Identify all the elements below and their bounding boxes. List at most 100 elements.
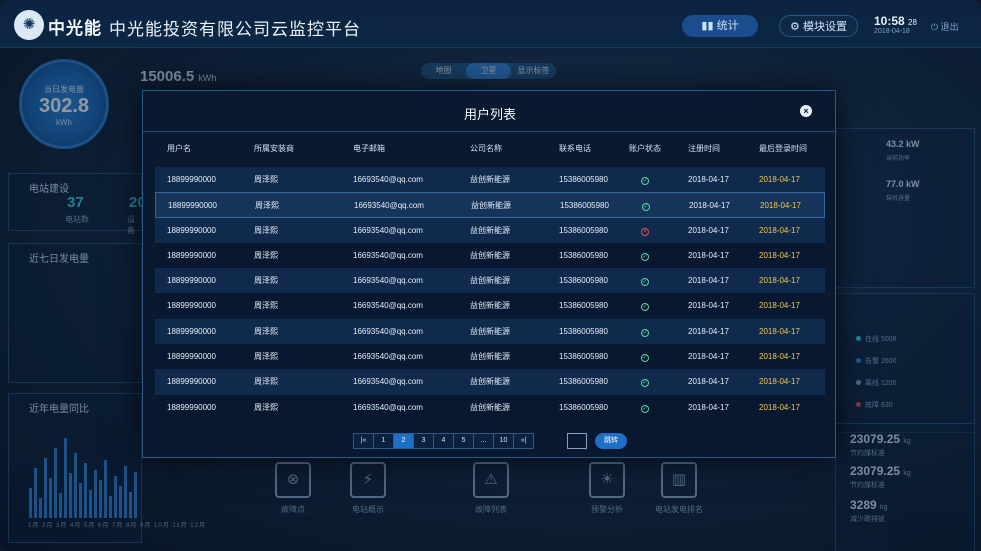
table-row[interactable]: 18899990000 周泽熙 16693540@qq.com 益创新能源 153860… [155,318,825,345]
page-button[interactable]: 2 [393,433,414,449]
table-row[interactable]: 18899990000 周泽熙 16693540@qq.com 益创新能源 153860… [155,192,825,218]
year-panel-title: 近年电量同比 [29,404,89,415]
page-number-input[interactable] [567,433,587,449]
tile-station-overview[interactable]: ⚡ 电站概示 [335,462,401,515]
table-row[interactable]: 18899990000 周泽熙 16693540@qq.com 益创新能源 153860… [155,369,825,395]
module-settings-button[interactable]: ⚙ 模块设置 [779,15,858,37]
legend-value: 630 [880,402,893,409]
col-phone: 联系电话 [559,144,591,153]
page-button[interactable]: 10 [493,433,514,449]
table-row[interactable]: 18899990000 周泽熙 16693540@qq.com 益创新能源 153860… [155,344,825,370]
cell-username: 18899990000 [167,301,216,311]
table-row[interactable]: 18899990000 周泽熙 16693540@qq.com 益创新能源 153860… [155,217,825,243]
tab-map[interactable]: 地图 [421,63,466,79]
cell-company: 益创新能源 [470,352,510,362]
cell-installer: 周泽熙 [254,352,278,362]
cell-username: 18899990000 [167,352,216,362]
cell-installer: 周泽熙 [254,250,278,260]
page-ellipsis[interactable]: ... [473,433,494,449]
current-power-unit: kW [906,139,920,149]
cell-email: 16693540@qq.com [353,301,423,311]
cell-username: 18899990000 [167,276,216,286]
cell-installer: 周泽熙 [254,175,278,184]
cell-last-login: 2018-04-17 [759,352,800,362]
device-status-panel: 在线 5008 告警 2600 离线 1205 故障 630 [835,293,975,433]
cell-installer: 周泽熙 [254,225,278,235]
cell-status: ✓ [641,268,649,293]
legend-label: 告警 [865,358,879,365]
cell-status: ✓ [641,395,649,420]
background-bar [44,458,47,518]
tile-generation-ranking[interactable]: ▥ 电站发电排名 [646,462,712,515]
cell-email: 16693540@qq.com [353,250,423,260]
cell-last-login: 2018-04-17 [759,402,800,412]
background-bar [69,473,72,518]
cell-registered: 2018-04-17 [688,276,729,286]
table-row[interactable]: 18899990000 周泽熙 16693540@qq.com 益创新能源 153860… [155,293,825,319]
saving-2-value: 23079.25 [850,464,901,478]
cell-email: 16693540@qq.com [353,276,423,286]
tab-satellite[interactable]: 卫星 [466,63,511,79]
page-button[interactable]: 4 [433,433,454,449]
week-panel-title: 近七日发电量 [29,254,89,265]
cell-email: 16693540@qq.com [353,402,423,412]
cell-phone: 15386005980 [559,326,608,336]
table-row[interactable]: 18899990000 周泽熙 16693540@qq.com 益创新能源 153860… [155,394,825,420]
col-company: 公司名称 [470,144,502,153]
logo-icon: ✺ [14,10,44,40]
module-settings-label: 模块设置 [802,21,847,33]
cell-registered: 2018-04-17 [688,377,729,387]
cell-registered: 2018-04-17 [688,250,729,260]
table-row[interactable]: 18899990000 周泽熙 16693540@qq.com 益创新能源 153860… [155,167,825,193]
cell-phone: 15386005980 [560,201,609,211]
cell-status: ✓ [641,344,649,369]
cell-registered: 2018-04-17 [688,326,729,336]
page-button[interactable]: 5 [453,433,474,449]
tile-alarm-analysis[interactable]: ☀ 预警分析 [574,462,640,515]
table-row[interactable]: 18899990000 周泽熙 16693540@qq.com 益创新能源 153860… [155,268,825,294]
background-bar [59,493,62,518]
station-overview-icon: ⚡ [350,462,386,498]
background-bar [124,466,127,518]
check-circle-icon: ✓ [641,177,649,185]
cell-installer: 周泽熙 [254,377,278,387]
saving-1-unit: kg [903,438,911,445]
cell-company: 益创新能源 [470,225,510,235]
cell-last-login: 2018-04-17 [759,326,800,336]
cell-username: 18899990000 [167,326,216,336]
background-bar [134,472,137,518]
alarm-light-icon: ☀ [589,462,625,498]
tile-fault-list[interactable]: ⚠ 故障列表 [458,462,524,515]
tile-fault-point[interactable]: ⊗ 故障点 [260,462,326,515]
current-power-value: 43.2 [886,139,904,149]
tab-show-labels[interactable]: 显示标签 [511,63,556,79]
saving-2-unit: kg [903,470,911,477]
cell-status: ✓ [641,293,649,318]
last-page-button[interactable]: »| [513,433,534,449]
saving-2: 23079.25 kg [850,464,911,478]
cell-phone: 15386005980 [559,175,608,184]
check-circle-icon: ✓ [641,278,649,287]
close-icon[interactable]: × [800,105,812,117]
col-username: 用户名 [167,144,191,153]
col-email: 电子邮箱 [353,144,385,153]
col-installer: 所属安装商 [254,144,294,153]
stats-button[interactable]: ▮▮ 统计 [682,15,758,37]
logout-button[interactable]: ⏻ 退出 [931,20,959,33]
top-header: ✺ 中光能 中光能投资有限公司云监控平台 ▮▮ 统计 ⚙ 模块设置 10:58 … [0,0,981,48]
gear-icon: ⚙ [790,21,803,33]
month-labels: 1月 2月 3月 4月 5月 6月 7月 8月 9月 10月 11月 12月 [28,523,206,529]
cell-status: ✓ [641,167,649,192]
check-circle-icon: ✓ [641,328,649,337]
cell-phone: 15386005980 [559,352,608,362]
cell-installer: 周泽熙 [254,276,278,286]
page-button[interactable]: 1 [373,433,394,449]
page-button[interactable]: 3 [413,433,434,449]
table-row[interactable]: 18899990000 周泽熙 16693540@qq.com 益创新能源 153860… [155,242,825,269]
app-window: ✺ 中光能 中光能投资有限公司云监控平台 ▮▮ 统计 ⚙ 模块设置 10:58 … [0,0,981,551]
go-button[interactable]: 跳转 [595,433,627,449]
status-legend-item: 故障 630 [856,400,893,410]
check-circle-icon: ✓ [642,203,650,212]
background-bar [84,463,87,518]
first-page-button[interactable]: |« [353,433,374,449]
